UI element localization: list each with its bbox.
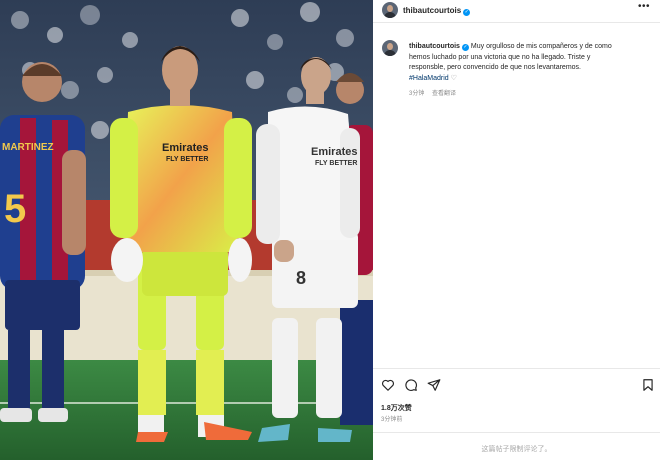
save-bookmark-icon[interactable]	[641, 378, 655, 392]
header-divider	[373, 22, 660, 23]
post-timestamp[interactable]: 3分钟前	[381, 414, 402, 423]
center-player-number: 8	[296, 268, 306, 288]
post-header: thibautcourtois ✓ •••	[373, 0, 660, 20]
comment-icon[interactable]	[404, 378, 418, 392]
caption-line-2: hemos luchado por una victoria que no ha…	[409, 53, 591, 61]
caption-verified-badge-icon: ✓	[461, 44, 469, 51]
caption-avatar[interactable]	[382, 40, 398, 56]
caption-hashtag[interactable]: #HalaMadrid	[409, 75, 449, 82]
like-heart-icon[interactable]	[381, 378, 395, 392]
left-player-number: 5	[4, 187, 26, 231]
likes-count[interactable]: 1.8万次赞	[381, 403, 412, 413]
verified-badge-icon: ✓	[463, 9, 471, 16]
actions-divider	[373, 368, 660, 369]
caption-text: thibautcourtois ✓ Muy orgulloso de mis co…	[409, 42, 655, 84]
avatar-body-shape	[384, 12, 396, 18]
caption-line-3: responsble, pero convencido de que nos l…	[409, 64, 581, 71]
comments-limited-notice: 这篇帖子限制评论了。	[481, 446, 552, 453]
author-avatar[interactable]	[382, 2, 398, 18]
more-options-icon[interactable]: •••	[638, 2, 652, 13]
post-photo-illustration: 5 MARTINEZ Emirates FLY BETTER Emirates …	[0, 0, 373, 460]
goalkeeper-sponsor-sub: FLY BETTER	[166, 156, 208, 163]
avatar-body-shape	[384, 50, 396, 56]
post-photo[interactable]: 5 MARTINEZ Emirates FLY BETTER Emirates …	[0, 0, 373, 460]
caption-heart-icon[interactable]: ♡	[451, 75, 457, 82]
avatar-face-shape	[387, 5, 393, 12]
avatar-face-shape	[387, 43, 393, 50]
share-send-icon[interactable]	[427, 378, 441, 392]
post-actions	[381, 378, 656, 392]
caption-meta: 3分钟 查看翻译	[409, 88, 462, 97]
left-player-shirt-name: MARTINEZ	[2, 142, 54, 153]
post-panel: thibautcourtois ✓ ••• thibautcourtois ✓ Mu…	[373, 0, 660, 460]
center-player-sponsor-sub: FLY BETTER	[315, 160, 357, 167]
footer-divider	[373, 432, 660, 433]
center-player-sponsor: Emirates	[311, 146, 357, 158]
see-translation-link[interactable]: 查看翻译	[432, 91, 456, 97]
caption-username[interactable]: thibautcourtois	[409, 43, 460, 50]
caption-line-1: Muy orgulloso de mis compañeros y de com…	[470, 43, 612, 50]
caption-time: 3分钟	[409, 91, 425, 97]
author-username[interactable]: thibautcourtois	[403, 6, 461, 15]
goalkeeper-sponsor: Emirates	[162, 142, 208, 154]
author-username-row[interactable]: thibautcourtois ✓	[403, 6, 471, 16]
